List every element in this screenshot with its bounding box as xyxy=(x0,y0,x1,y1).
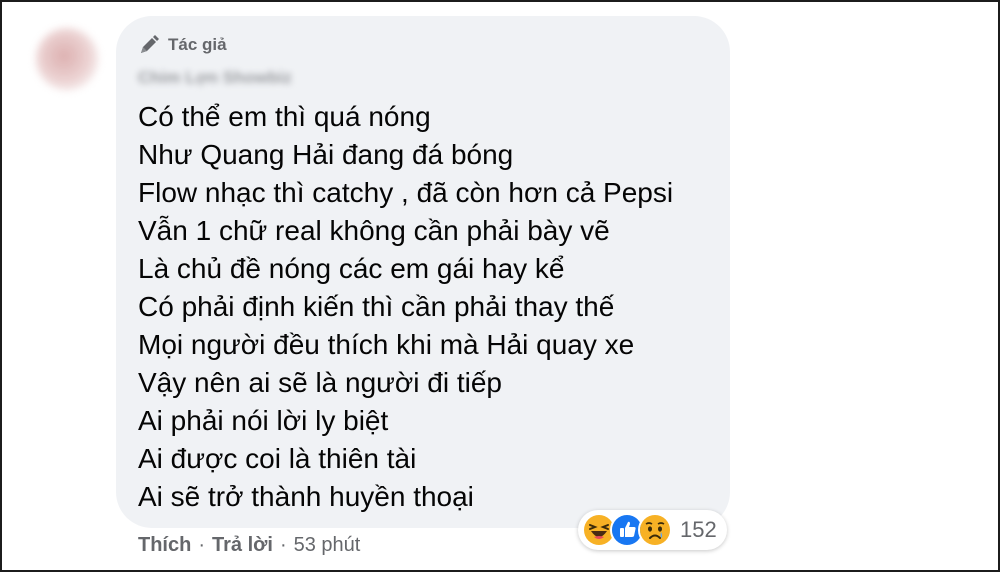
screenshot-frame: Tác giả Chim Lợn Showbiz Có thể em thì q… xyxy=(0,0,1000,572)
reaction-summary[interactable]: 152 xyxy=(578,510,727,550)
separator: · xyxy=(279,534,287,556)
comment-line: Mọi người đều thích khi mà Hải quay xe xyxy=(138,329,635,360)
comment-line: Có phải định kiến thì cần phải thay thế xyxy=(138,291,615,322)
reply-button[interactable]: Trả lời xyxy=(212,534,273,557)
sad-icon xyxy=(638,513,672,547)
like-button[interactable]: Thích xyxy=(138,534,191,557)
timestamp[interactable]: 53 phút xyxy=(294,534,361,557)
author-name[interactable]: Chim Lợn Showbiz xyxy=(138,68,292,88)
comment-line: Có thể em thì quá nóng xyxy=(138,101,431,132)
pen-icon xyxy=(138,34,160,56)
comment-line: Ai phải nói lời ly biệt xyxy=(138,405,389,436)
comment-line: Flow nhạc thì catchy , đã còn hơn cả Pep… xyxy=(138,177,674,208)
comment-line: Vẫn 1 chữ real không cần phải bày vẽ xyxy=(138,215,610,246)
comment-line: Ai được coi là thiên tài xyxy=(138,443,417,474)
reaction-count: 152 xyxy=(680,517,717,542)
comment-line: Là chủ đề nóng các em gái hay kể xyxy=(138,253,565,284)
comment-line: Như Quang Hải đang đá bóng xyxy=(138,139,514,170)
comment-actions: Thích · Trả lời · 53 phút xyxy=(138,534,360,557)
comment-text: Có thể em thì quá nóng Như Quang Hải đan… xyxy=(138,98,718,516)
comment-bubble: Tác giả Chim Lợn Showbiz Có thể em thì q… xyxy=(116,16,730,528)
author-badge: Tác giả xyxy=(138,34,227,56)
avatar[interactable] xyxy=(36,28,98,90)
comment-line: Vậy nên ai sẽ là người đi tiếp xyxy=(138,367,502,398)
author-badge-label: Tác giả xyxy=(168,35,227,54)
separator: · xyxy=(198,534,206,556)
